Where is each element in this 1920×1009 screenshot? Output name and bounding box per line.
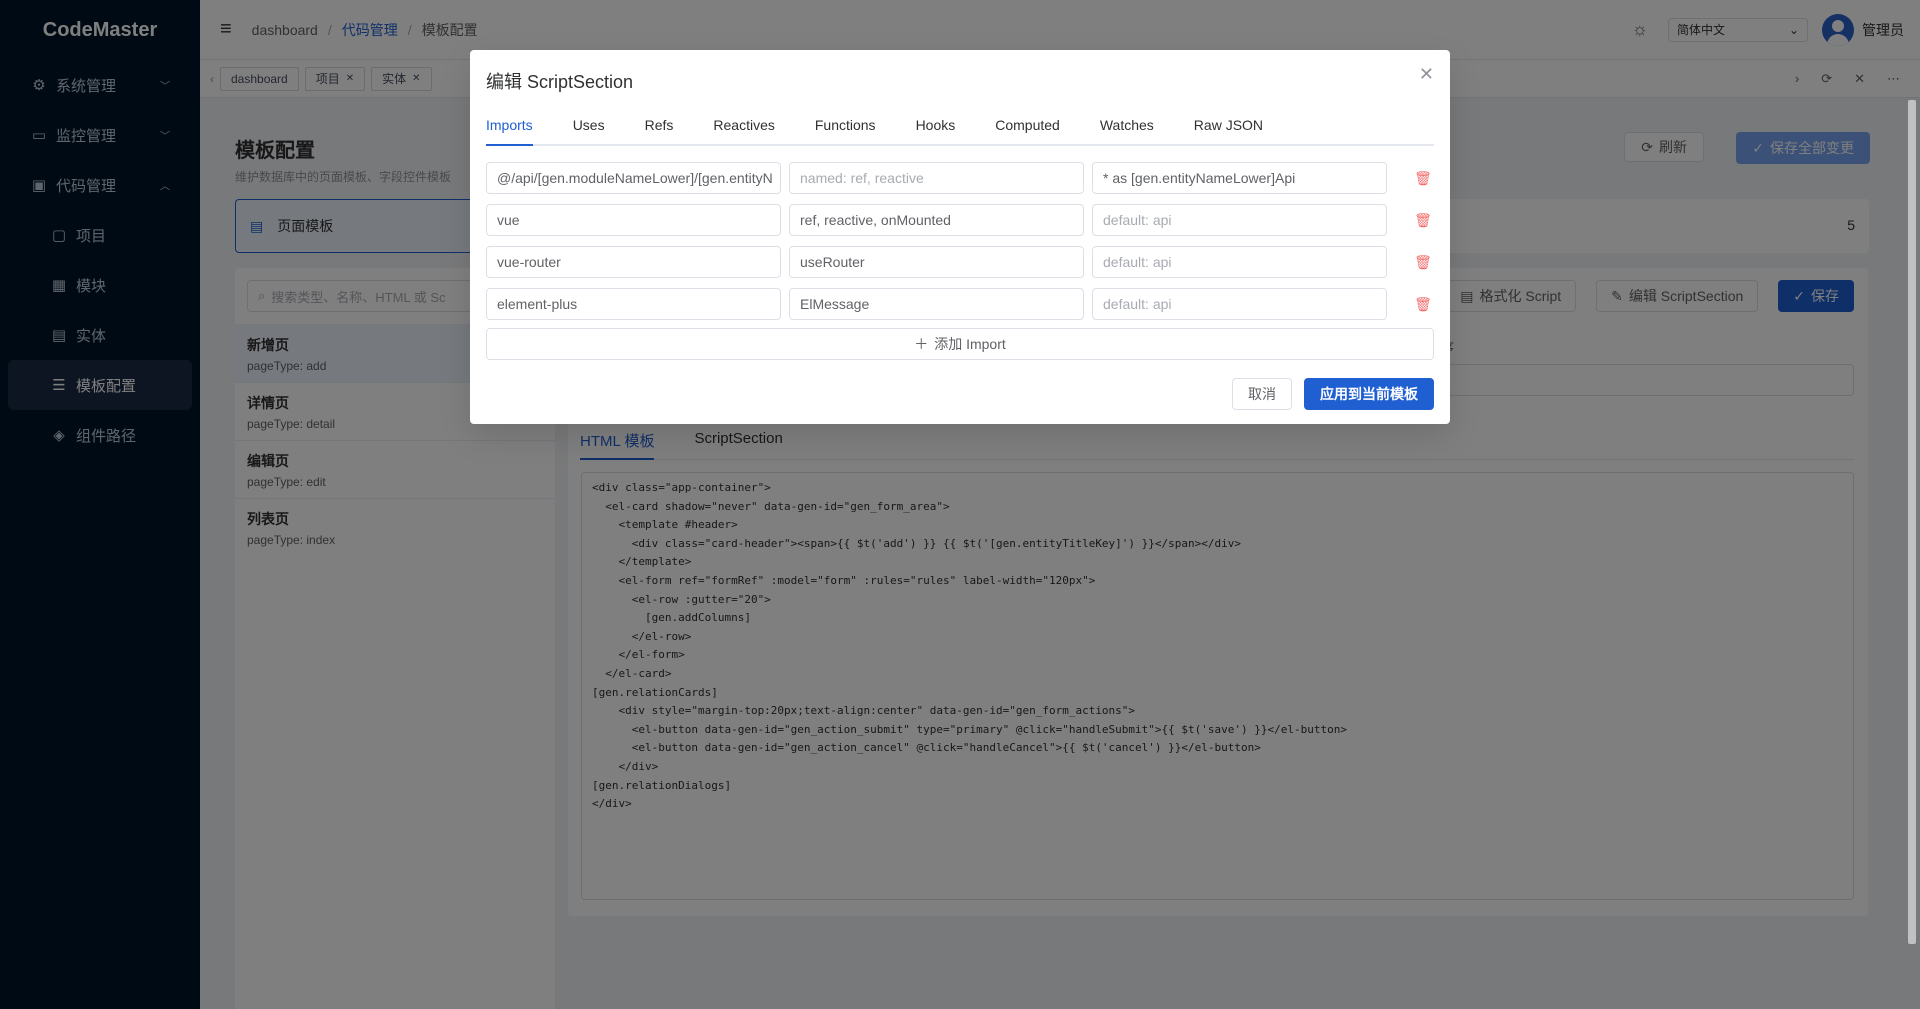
close-icon[interactable]: ✕ xyxy=(1419,64,1434,85)
tab-uses[interactable]: Uses xyxy=(573,114,605,146)
delete-icon[interactable]: 🗑 xyxy=(1414,296,1432,312)
dialog-title: 编辑 ScriptSection xyxy=(486,72,634,92)
scrollbar[interactable] xyxy=(1908,100,1916,944)
tab-refs[interactable]: Refs xyxy=(645,114,674,146)
tab-imports[interactable]: Imports xyxy=(486,114,533,146)
add-import-button[interactable]: ＋ 添加 Import xyxy=(486,328,1434,360)
delete-icon[interactable]: 🗑 xyxy=(1414,170,1432,186)
tab-computed[interactable]: Computed xyxy=(995,114,1060,146)
tab-watches[interactable]: Watches xyxy=(1100,114,1154,146)
import-default-input[interactable]: * as [gen.entityNameLower]Api xyxy=(1092,162,1387,194)
import-row: element-plus ElMessage default: api 🗑 xyxy=(486,288,1434,320)
import-default-input[interactable]: default: api xyxy=(1092,288,1387,320)
import-from-input[interactable]: @/api/[gen.moduleNameLower]/[gen.entityN xyxy=(486,162,781,194)
import-default-input[interactable]: default: api xyxy=(1092,246,1387,278)
tab-raw-json[interactable]: Raw JSON xyxy=(1194,114,1263,146)
import-from-input[interactable]: vue-router xyxy=(486,246,781,278)
import-from-input[interactable]: element-plus xyxy=(486,288,781,320)
dialog-tabs: Imports Uses Refs Reactives Functions Hooks Co… xyxy=(486,114,1434,146)
delete-icon[interactable]: 🗑 xyxy=(1414,254,1432,270)
import-named-input[interactable]: named: ref, reactive xyxy=(789,162,1084,194)
import-row: @/api/[gen.moduleNameLower]/[gen.entityN… xyxy=(486,162,1434,194)
tab-reactives[interactable]: Reactives xyxy=(713,114,774,146)
plus-icon: ＋ xyxy=(914,336,929,352)
tab-functions[interactable]: Functions xyxy=(815,114,876,146)
delete-icon[interactable]: 🗑 xyxy=(1414,212,1432,228)
import-named-input[interactable]: ref, reactive, onMounted xyxy=(789,204,1084,236)
edit-scriptsection-dialog: 编辑 ScriptSection ✕ Imports Uses Refs Reacti… xyxy=(470,50,1450,424)
import-from-input[interactable]: vue xyxy=(486,204,781,236)
import-named-input[interactable]: useRouter xyxy=(789,246,1084,278)
import-named-input[interactable]: ElMessage xyxy=(789,288,1084,320)
apply-button[interactable]: 应用到当前模板 xyxy=(1304,378,1434,410)
import-default-input[interactable]: default: api xyxy=(1092,204,1387,236)
cancel-button[interactable]: 取消 xyxy=(1232,378,1292,410)
import-row: vue ref, reactive, onMounted default: api 🗑 xyxy=(486,204,1434,236)
tab-hooks[interactable]: Hooks xyxy=(916,114,956,146)
import-row: vue-router useRouter default: api 🗑 xyxy=(486,246,1434,278)
